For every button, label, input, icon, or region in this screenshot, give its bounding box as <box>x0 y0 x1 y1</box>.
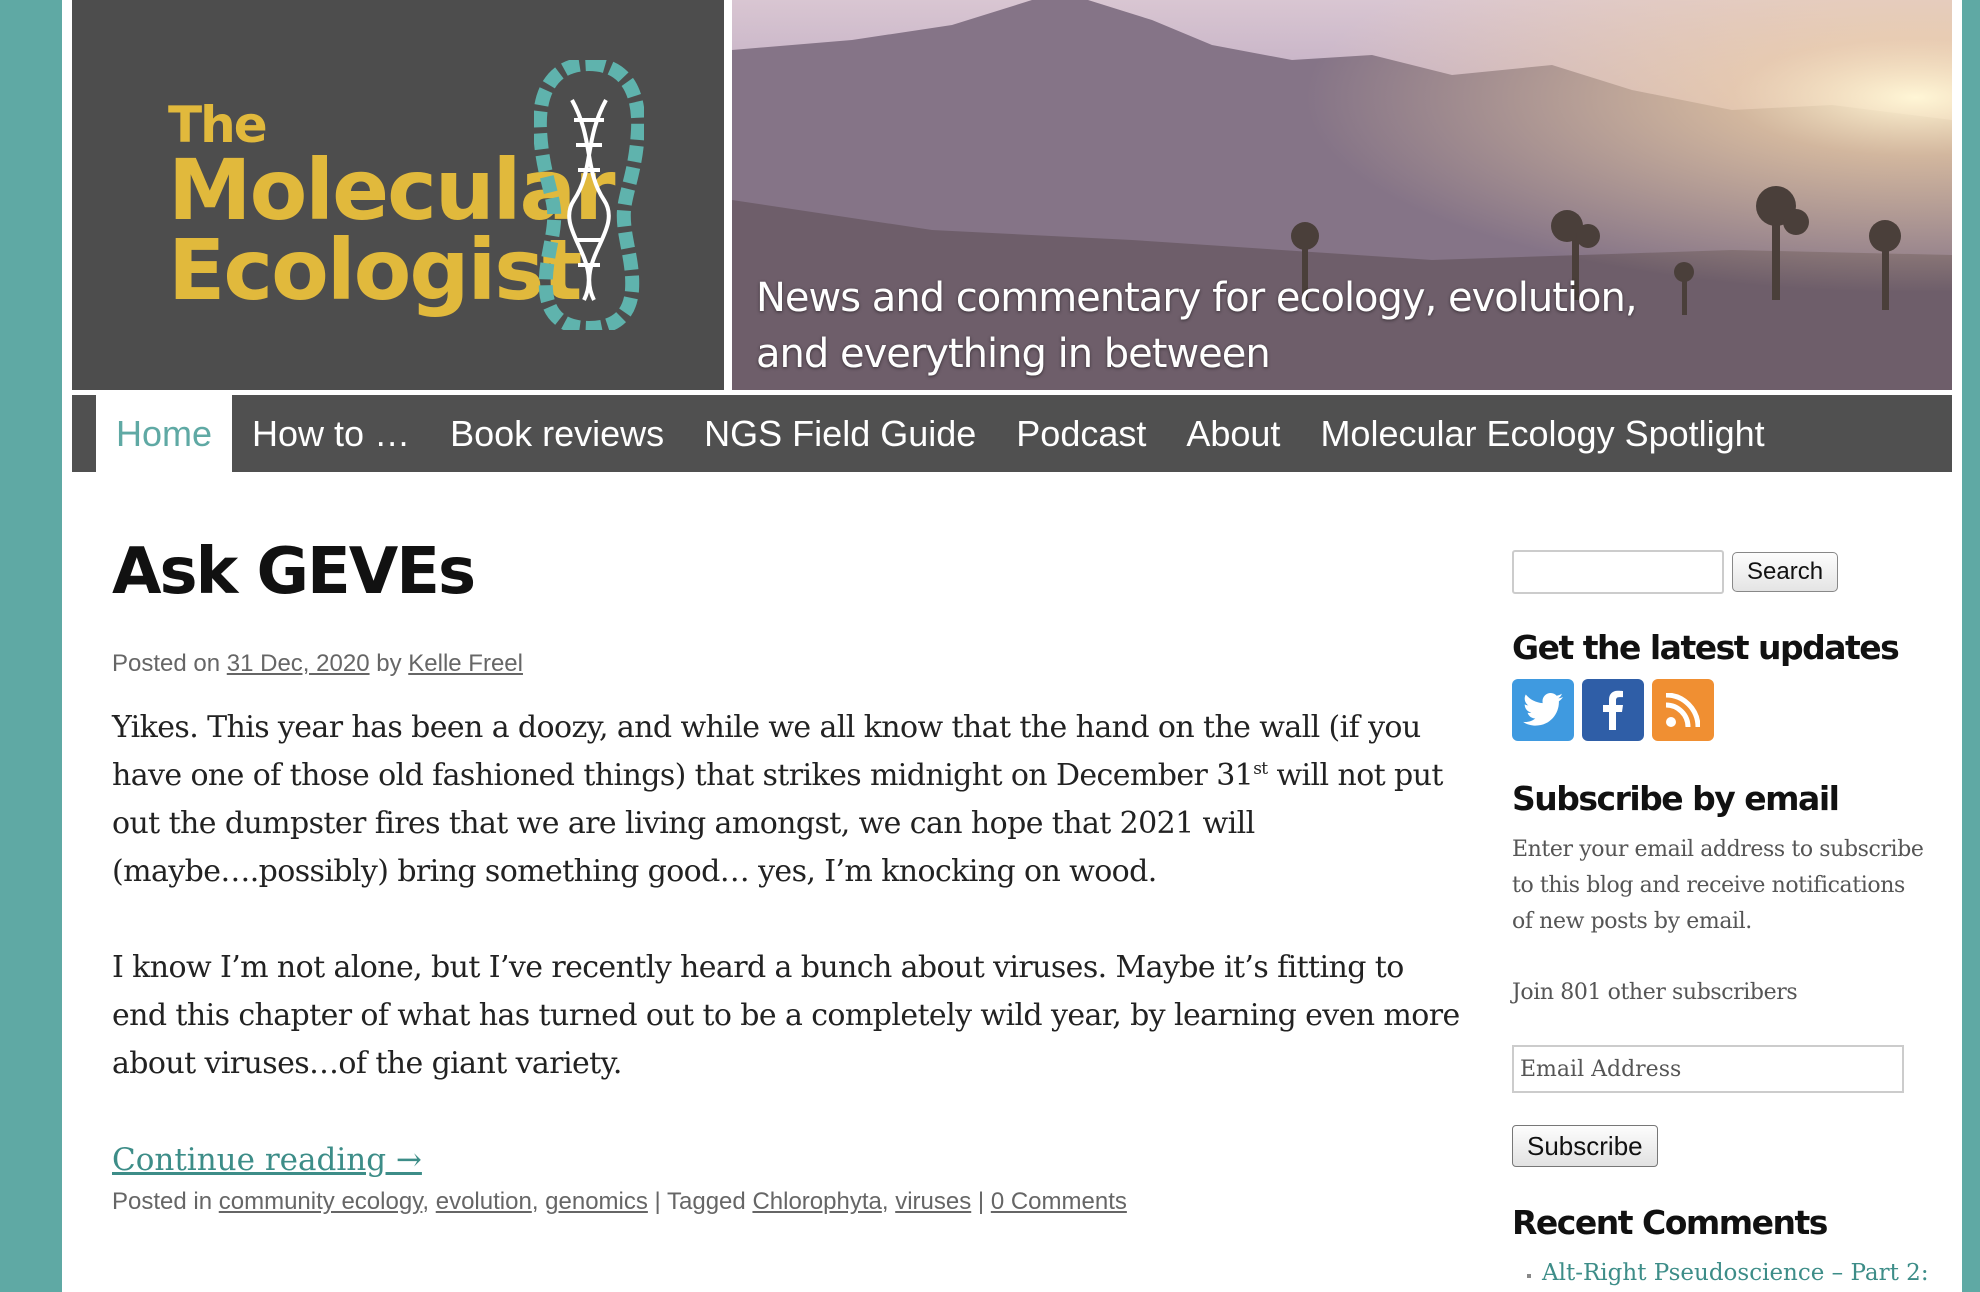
email-placeholder: Email Address <box>1520 1056 1682 1082</box>
recent-comments-title: Recent Comments <box>1512 1203 1828 1242</box>
post-meta: Posted on 31 Dec, 2020 by Kelle Freel <box>112 650 1462 678</box>
nav-ngs-field-guide[interactable]: NGS Field Guide <box>684 395 996 472</box>
subscribe-button[interactable]: Subscribe <box>1512 1125 1658 1167</box>
twitter-icon[interactable] <box>1512 679 1574 741</box>
updates-title: Get the latest updates <box>1512 628 1900 667</box>
post-article: Ask GEVEs Posted on 31 Dec, 2020 by Kell… <box>112 540 1462 1216</box>
rss-icon[interactable] <box>1652 679 1714 741</box>
list-item: Alt-Right Pseudoscience – Part 2: <box>1542 1260 1932 1286</box>
nav-home[interactable]: Home <box>96 395 233 472</box>
search-input[interactable] <box>1512 550 1724 594</box>
nav-book-reviews[interactable]: Book reviews <box>430 395 684 472</box>
paragraph-1-text-a: Yikes. This year has been a doozy, and w… <box>112 710 1421 793</box>
page: The Molecular Ecologist News and comment… <box>62 0 1962 1292</box>
post-paragraph-2: I know I’m not alone, but I’ve recently … <box>112 950 1460 1081</box>
nav-molecular-ecology-spotlight[interactable]: Molecular Ecology Spotlight <box>1300 395 1784 472</box>
nav-about[interactable]: About <box>1166 395 1300 472</box>
tag-link[interactable]: viruses <box>895 1188 971 1215</box>
site-tagline: News and commentary for ecology, evoluti… <box>756 270 1638 382</box>
posted-in-label: Posted in <box>112 1188 213 1215</box>
main-nav: Home How to … Book reviews NGS Field Gui… <box>72 395 1952 472</box>
recent-comments-list: Alt-Right Pseudoscience – Part 2: <box>1512 1260 1932 1286</box>
author-link[interactable]: Kelle Freel <box>408 650 523 677</box>
facebook-icon[interactable] <box>1582 679 1644 741</box>
separator: | <box>977 1188 985 1215</box>
email-field[interactable]: Email Address <box>1512 1045 1904 1093</box>
by-label: by <box>376 650 402 677</box>
post-body: Yikes. This year has been a doozy, and w… <box>112 704 1462 1088</box>
post-title[interactable]: Ask GEVEs <box>112 540 1462 604</box>
subscriber-count: Join 801 other subscribers <box>1512 980 1798 1005</box>
nav-podcast[interactable]: Podcast <box>996 395 1166 472</box>
tag-link[interactable]: Chlorophyta <box>752 1188 881 1215</box>
site-logo[interactable]: The Molecular Ecologist <box>72 0 724 390</box>
post-paragraph-1: Yikes. This year has been a doozy, and w… <box>112 704 1462 896</box>
category-link[interactable]: evolution <box>436 1188 532 1215</box>
logo-ecologist-text: Ecologist <box>168 221 582 319</box>
category-link[interactable]: genomics <box>545 1188 648 1215</box>
post-footer-meta: Posted in community ecology, evolution, … <box>112 1188 1127 1215</box>
recent-comment-link[interactable]: Alt-Right Pseudoscience – Part 2: <box>1542 1260 1929 1286</box>
nav-how-to[interactable]: How to … <box>232 395 430 472</box>
comments-link[interactable]: 0 Comments <box>991 1188 1127 1215</box>
social-links <box>1512 679 1932 741</box>
subscribe-description: Enter your email address to subscribe to… <box>1512 837 1924 934</box>
category-link[interactable]: community ecology <box>219 1188 423 1215</box>
ordinal-suffix: st <box>1253 759 1268 779</box>
search-form: Search <box>1512 550 1932 594</box>
tagline-line-1: News and commentary for ecology, evoluti… <box>756 275 1638 321</box>
subscribe-title: Subscribe by email <box>1512 779 1840 818</box>
header-photo: News and commentary for ecology, evoluti… <box>732 0 1952 390</box>
tagline-line-2: and everything in between <box>756 331 1271 377</box>
boot-dna-icon <box>534 60 644 330</box>
site-banner[interactable]: The Molecular Ecologist News and comment… <box>72 0 1952 390</box>
sidebar: Search Get the latest updates Subscribe … <box>1512 550 1932 1286</box>
posted-on-label: Posted on <box>112 650 221 677</box>
separator: | <box>654 1188 661 1215</box>
search-button[interactable]: Search <box>1732 552 1839 592</box>
post-date-link[interactable]: 31 Dec, 2020 <box>227 650 370 677</box>
continue-reading-link[interactable]: Continue reading → <box>112 1142 422 1178</box>
tagged-label: Tagged <box>667 1188 746 1215</box>
